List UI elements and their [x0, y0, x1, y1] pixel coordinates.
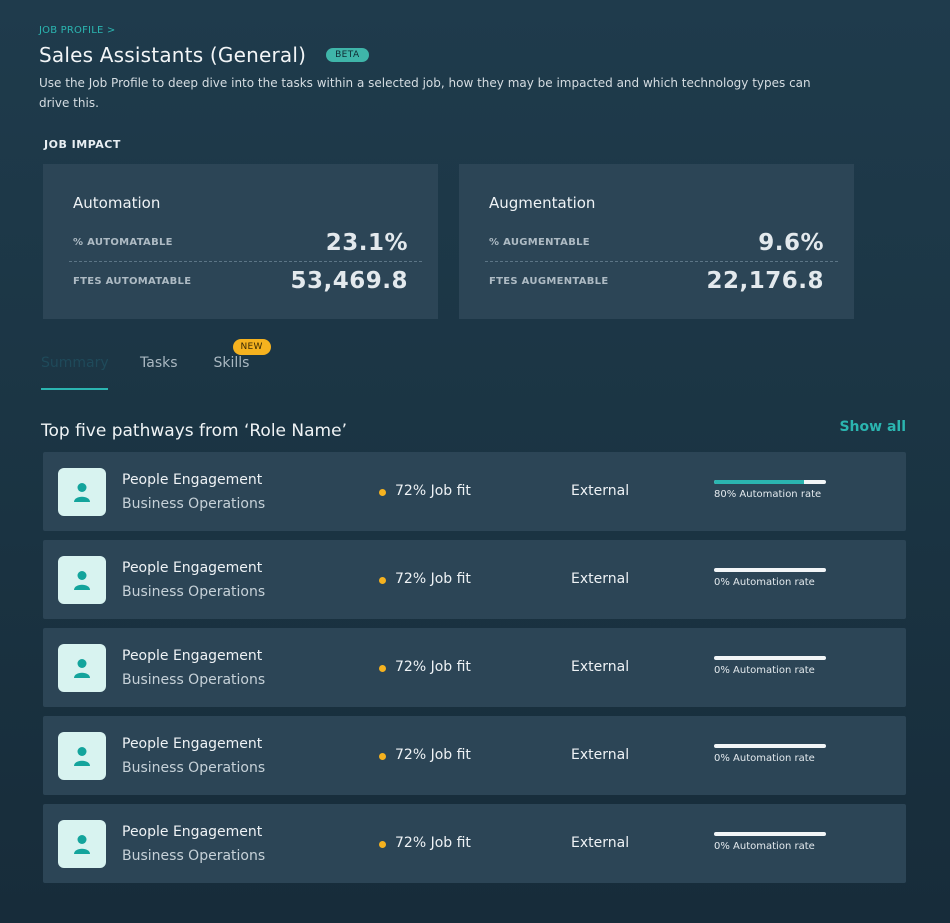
- pathway-type: External: [571, 835, 630, 851]
- automation-rate-text: 0% Automation rate: [714, 753, 815, 764]
- avatar: [58, 644, 106, 692]
- job-fit-dot-icon: [379, 577, 386, 584]
- automation-rate-text: 0% Automation rate: [714, 665, 815, 676]
- automation-rate-bar: [714, 656, 826, 660]
- person-icon: [74, 747, 90, 766]
- augmentable-pct-value: 9.6%: [758, 229, 824, 256]
- pathway-row[interactable]: People Engagement Business Operations 72…: [43, 628, 906, 707]
- person-icon: [74, 835, 90, 854]
- pathway-row[interactable]: People Engagement Business Operations 72…: [43, 540, 906, 619]
- automation-card: Automation % AUTOMATABLE 23.1% FTES AUTO…: [43, 164, 438, 319]
- augmentable-fte-label: FTES AUGMENTABLE: [489, 275, 609, 287]
- avatar: [58, 820, 106, 868]
- pathway-title: People Engagement: [122, 560, 263, 576]
- job-fit-text: 72% Job fit: [395, 659, 471, 675]
- pathway-row[interactable]: People Engagement Business Operations 72…: [43, 804, 906, 883]
- pathway-subtitle: Business Operations: [122, 672, 266, 688]
- tab-skills-label: Skills: [213, 355, 250, 371]
- pathway-subtitle: Business Operations: [122, 848, 266, 864]
- augmentable-pct-row: % AUGMENTABLE 9.6%: [485, 224, 838, 262]
- person-icon: [74, 571, 90, 590]
- automatable-pct-value: 23.1%: [325, 229, 408, 256]
- tab-tasks[interactable]: Tasks: [140, 355, 178, 390]
- automation-card-title: Automation: [73, 194, 161, 212]
- automation-rate-fill: [714, 480, 804, 484]
- avatar: [58, 468, 106, 516]
- pathway-title: People Engagement: [122, 824, 263, 840]
- new-badge: NEW: [232, 339, 271, 355]
- avatar: [58, 732, 106, 780]
- automatable-pct-label: % AUTOMATABLE: [73, 237, 173, 248]
- automation-rate-text: 0% Automation rate: [714, 841, 815, 852]
- automation-rate-text: 80% Automation rate: [714, 489, 822, 500]
- automatable-fte-value: 53,469.8: [290, 268, 408, 294]
- pathway-title: People Engagement: [122, 736, 263, 752]
- automation-rate-text: 0% Automation rate: [714, 577, 815, 588]
- pathway-type: External: [571, 483, 630, 499]
- pathway-type: External: [571, 659, 630, 675]
- automation-rate-bar: [714, 744, 826, 748]
- avatar: [58, 556, 106, 604]
- pathways-title: Top five pathways from ‘Role Name’: [41, 421, 347, 441]
- job-fit-dot-icon: [379, 841, 386, 848]
- job-fit-text: 72% Job fit: [395, 747, 471, 763]
- automation-rate-bar: [714, 568, 826, 572]
- tab-summary[interactable]: Summary: [41, 355, 109, 390]
- augmentable-fte-row: FTES AUGMENTABLE 22,176.8: [485, 262, 838, 300]
- pathway-subtitle: Business Operations: [122, 760, 266, 776]
- person-icon: [74, 483, 90, 502]
- job-fit-text: 72% Job fit: [395, 571, 471, 587]
- automation-rate-bar: [714, 832, 826, 836]
- automatable-pct-row: % AUTOMATABLE 23.1%: [69, 224, 422, 262]
- augmentable-pct-label: % AUGMENTABLE: [489, 237, 590, 248]
- automatable-fte-row: FTES AUTOMATABLE 53,469.8: [69, 262, 422, 300]
- augmentation-card-title: Augmentation: [489, 194, 596, 212]
- automatable-fte-label: FTES AUTOMATABLE: [73, 275, 192, 287]
- pathway-title: People Engagement: [122, 472, 263, 488]
- augmentable-fte-value: 22,176.8: [706, 268, 824, 294]
- page-description: Use the Job Profile to deep dive into th…: [39, 76, 811, 110]
- job-fit-text: 72% Job fit: [395, 483, 471, 499]
- pathway-row[interactable]: People Engagement Business Operations 72…: [43, 716, 906, 795]
- tab-bar: Summary Tasks Skills NEW: [41, 339, 271, 390]
- pathway-row[interactable]: People Engagement Business Operations 72…: [43, 452, 906, 531]
- pathway-type: External: [571, 747, 630, 763]
- show-all-link[interactable]: Show all: [839, 419, 906, 435]
- job-impact-label: JOB IMPACT: [44, 138, 121, 151]
- automation-rate-bar: [714, 480, 826, 484]
- pathway-subtitle: Business Operations: [122, 584, 266, 600]
- title-row: Sales Assistants (General) BETA: [39, 43, 369, 67]
- pathway-type: External: [571, 571, 630, 587]
- tab-skills[interactable]: Skills NEW: [213, 339, 271, 390]
- job-fit-dot-icon: [379, 489, 386, 496]
- pathway-title: People Engagement: [122, 648, 263, 664]
- page-title: Sales Assistants (General): [39, 43, 307, 67]
- beta-badge: BETA: [326, 48, 369, 62]
- augmentation-card: Augmentation % AUGMENTABLE 9.6% FTES AUG…: [459, 164, 854, 319]
- breadcrumb[interactable]: JOB PROFILE >: [39, 25, 115, 36]
- job-fit-text: 72% Job fit: [395, 835, 471, 851]
- pathway-subtitle: Business Operations: [122, 496, 266, 512]
- job-fit-dot-icon: [379, 753, 386, 760]
- person-icon: [74, 659, 90, 678]
- job-fit-dot-icon: [379, 665, 386, 672]
